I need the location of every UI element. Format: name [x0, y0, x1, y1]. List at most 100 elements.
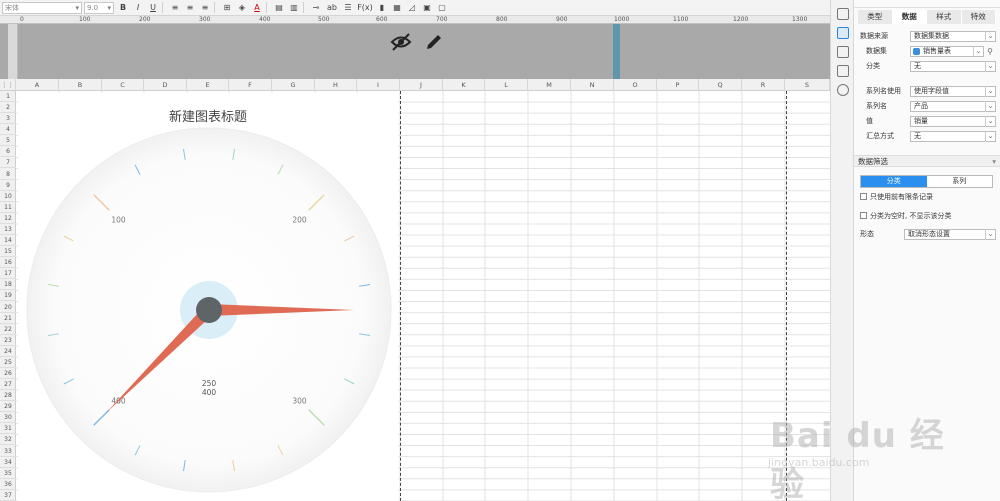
summary-select[interactable]: 无 ⌄ — [910, 130, 996, 142]
hyperlink-icon[interactable] — [837, 84, 849, 96]
row-header[interactable]: 21 — [0, 313, 16, 324]
column-header[interactable]: E — [187, 79, 229, 91]
merge-cells-icon[interactable]: ▤ — [273, 2, 285, 14]
row-header[interactable]: 13 — [0, 224, 16, 235]
ab-button[interactable]: ab — [325, 2, 339, 14]
row-header[interactable]: 30 — [0, 412, 16, 424]
seg-series-button[interactable]: 系列 — [926, 176, 992, 187]
widget-property-icon[interactable] — [837, 46, 849, 58]
row-header[interactable]: 3 — [0, 113, 16, 125]
empty-category-option[interactable]: 分类为空时, 不显示该分类 — [860, 210, 951, 221]
data-source-select[interactable]: 数据集数据 ⌄ — [910, 30, 996, 42]
border-icon[interactable]: ⊞ — [221, 2, 233, 14]
value-select[interactable]: 销量 ⌄ — [910, 115, 996, 127]
hide-eye-icon[interactable] — [390, 32, 412, 52]
column-header[interactable]: J — [400, 79, 443, 91]
row-header[interactable]: 15 — [0, 246, 16, 258]
column-header[interactable]: M — [528, 79, 571, 91]
row-header[interactable]: 2 — [0, 102, 16, 114]
row-header[interactable]: 28 — [0, 390, 16, 402]
row-header[interactable]: 24 — [0, 346, 16, 357]
column-header[interactable]: I — [357, 79, 400, 91]
chart-property-icon[interactable] — [837, 27, 849, 39]
row-header[interactable]: 16 — [0, 257, 16, 269]
data-filter-header[interactable]: 数据筛选 ▾ — [854, 155, 1000, 167]
edit-pencil-icon[interactable] — [424, 32, 444, 52]
seg-category-button[interactable]: 分类 — [861, 176, 927, 187]
column-header[interactable]: H — [315, 79, 357, 91]
row-header[interactable]: 34 — [0, 457, 16, 468]
row-header[interactable]: 9 — [0, 180, 16, 191]
row-header[interactable]: 22 — [0, 324, 16, 335]
italic-button[interactable]: I — [132, 2, 144, 14]
column-header[interactable]: K — [443, 79, 485, 91]
row-header[interactable]: 10 — [0, 191, 16, 202]
series-name-select[interactable]: 产品 ⌄ — [910, 100, 996, 112]
series-name-use-select[interactable]: 使用字段值 ⌄ — [910, 85, 996, 97]
form-select[interactable]: 取消形态设置 ⌄ — [904, 228, 996, 240]
insert-chart-icon[interactable]: ▦ — [391, 2, 403, 14]
row-header[interactable]: 17 — [0, 268, 16, 280]
fill-color-icon[interactable]: ◈ — [236, 2, 248, 14]
gauge-chart[interactable]: 新建图表标题 0100200300400 250400 — [18, 93, 398, 501]
select-all-corner[interactable]: ⋮⋮ — [0, 79, 16, 91]
tab-type[interactable]: 类型 — [858, 10, 893, 24]
category-select[interactable]: 无 ⌄ — [910, 60, 996, 72]
row-header[interactable]: 6 — [0, 146, 16, 158]
align-center-icon[interactable]: ≡ — [184, 2, 196, 14]
frame-icon[interactable]: ▢ — [436, 2, 448, 14]
page-boundary-marker[interactable] — [613, 24, 620, 79]
row-header[interactable]: 23 — [0, 335, 16, 346]
slash-icon[interactable]: ◿ — [406, 2, 418, 14]
row-header[interactable]: 33 — [0, 446, 16, 457]
column-header[interactable]: B — [59, 79, 102, 91]
column-header[interactable]: R — [742, 79, 785, 91]
column-header[interactable]: O — [614, 79, 657, 91]
image-icon[interactable]: ▣ — [421, 2, 433, 14]
only-before-option[interactable]: 只使用前有限条记录 — [860, 191, 933, 202]
align-left-icon[interactable]: ≡ — [169, 2, 181, 14]
chart-icon[interactable]: ▮ — [376, 2, 388, 14]
font-family-select[interactable]: 宋体 — [2, 1, 82, 14]
column-header[interactable]: C — [102, 79, 144, 91]
column-header[interactable]: G — [272, 79, 315, 91]
tab-effect[interactable]: 特效 — [961, 10, 996, 24]
row-header[interactable]: 35 — [0, 468, 16, 479]
collapse-icon[interactable]: ▾ — [992, 156, 996, 168]
row-header[interactable]: 31 — [0, 423, 16, 435]
column-header[interactable]: L — [485, 79, 528, 91]
row-header[interactable]: 37 — [0, 490, 16, 501]
row-header[interactable]: 36 — [0, 479, 16, 490]
row-header[interactable]: 8 — [0, 169, 16, 180]
font-size-select[interactable]: 9.0 — [84, 1, 114, 14]
search-icon[interactable]: ⚲ — [984, 47, 996, 56]
row-header[interactable]: 19 — [0, 290, 16, 302]
column-header[interactable]: A — [16, 79, 59, 91]
row-header[interactable]: 4 — [0, 124, 16, 136]
tab-data[interactable]: 数据 — [892, 10, 927, 24]
row-header[interactable]: 27 — [0, 379, 16, 391]
link-icon[interactable]: ⊸ — [310, 2, 322, 14]
condition-property-icon[interactable] — [837, 65, 849, 77]
text-color-button[interactable]: A — [251, 2, 263, 14]
row-header[interactable]: 18 — [0, 279, 16, 291]
paragraph-icon[interactable]: ☰ — [342, 2, 354, 14]
row-header[interactable]: 5 — [0, 135, 16, 147]
dataset-select[interactable]: 销售量表 ⌄ — [910, 45, 984, 57]
column-header[interactable]: F — [229, 79, 272, 91]
underline-button[interactable]: U — [147, 2, 159, 14]
tab-style[interactable]: 样式 — [927, 10, 962, 24]
row-header[interactable]: 32 — [0, 434, 16, 446]
column-header[interactable]: S — [785, 79, 830, 91]
column-header[interactable]: D — [144, 79, 187, 91]
formula-button[interactable]: F(x) — [357, 2, 373, 14]
align-right-icon[interactable]: ≡ — [199, 2, 211, 14]
column-header[interactable]: Q — [699, 79, 742, 91]
column-header[interactable]: P — [657, 79, 699, 91]
row-header[interactable]: 20 — [0, 302, 16, 313]
only-before-checkbox[interactable] — [860, 193, 867, 200]
row-header[interactable]: 12 — [0, 213, 16, 224]
row-header[interactable]: 11 — [0, 202, 16, 213]
row-header[interactable]: 7 — [0, 157, 16, 169]
row-header[interactable]: 14 — [0, 235, 16, 247]
